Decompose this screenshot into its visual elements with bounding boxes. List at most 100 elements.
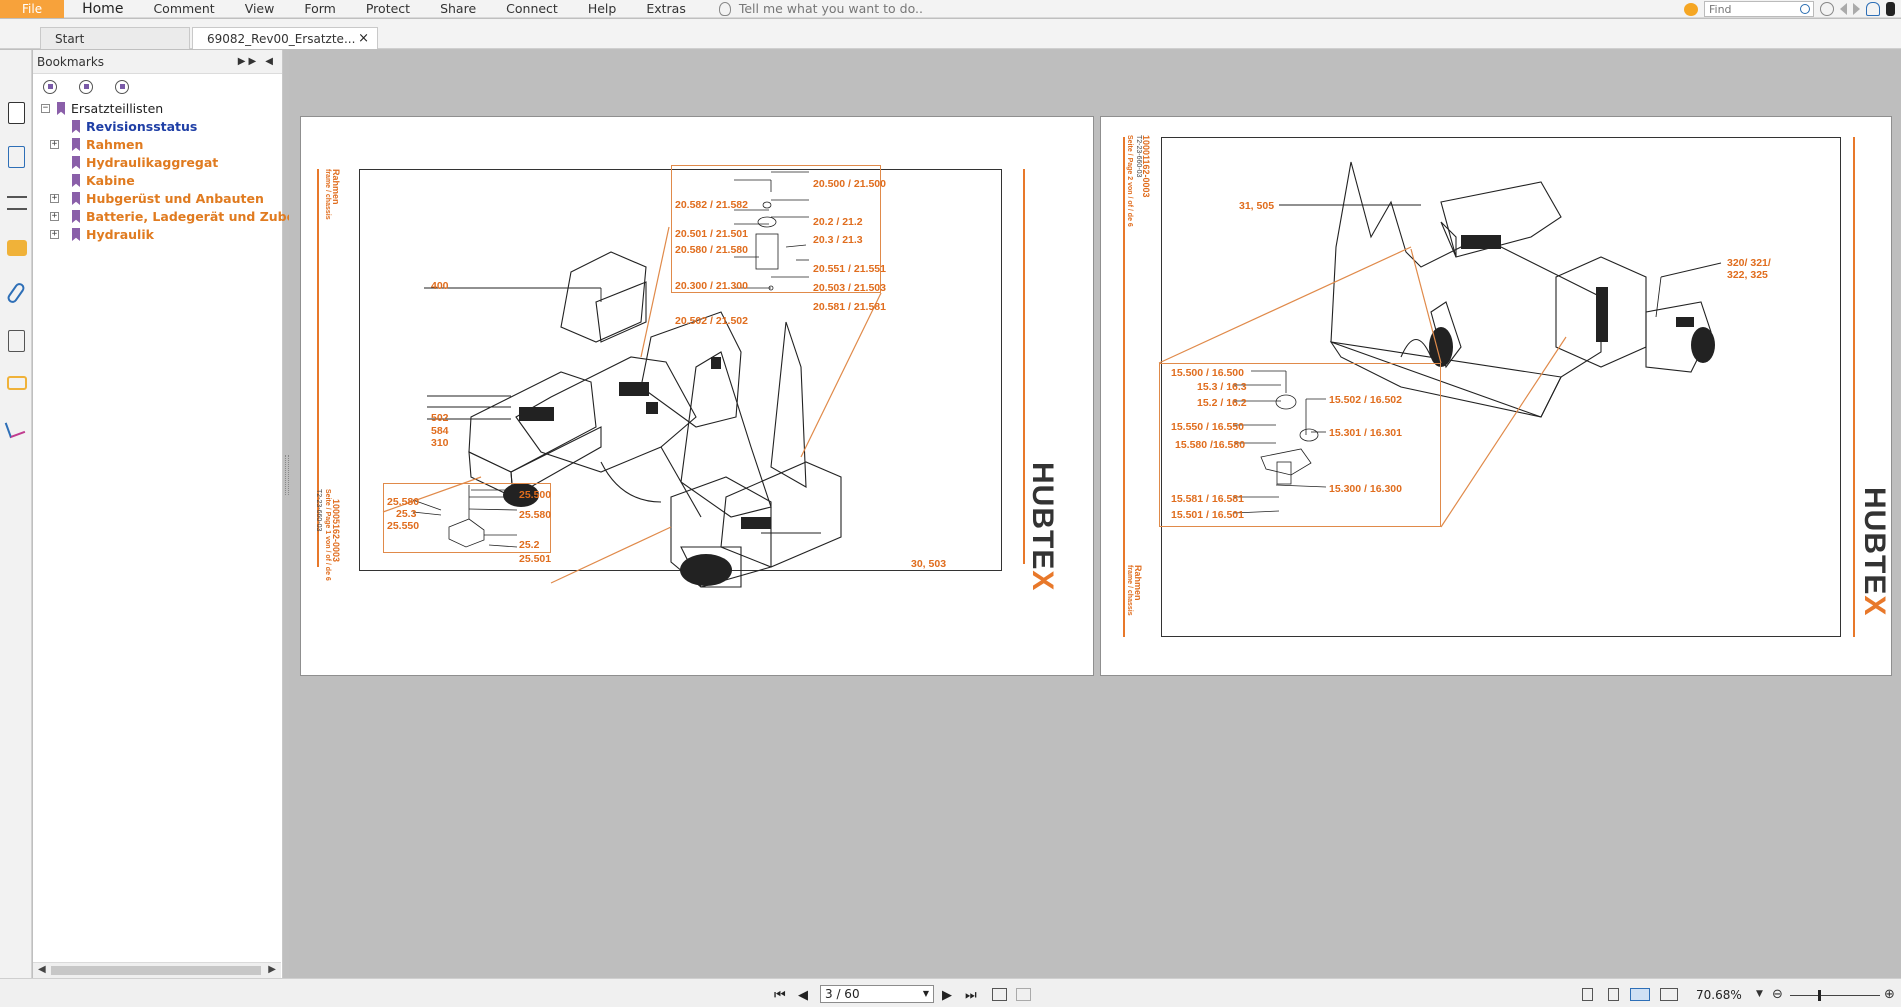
tab-start[interactable]: Start (40, 27, 190, 49)
expand-icon[interactable]: + (50, 212, 59, 221)
part-label: 31, 505 (1239, 200, 1275, 212)
continuous-facing-view-icon[interactable] (1660, 988, 1678, 1001)
bookmark-item[interactable]: Kabine (33, 172, 282, 190)
page-number-input[interactable]: 3 / 60 ▼ (820, 985, 934, 1003)
next-view-icon[interactable] (1016, 988, 1031, 1001)
part-label: 20.582 / 21.582 (675, 199, 748, 211)
menu-connect[interactable]: Connect (491, 0, 573, 18)
bookmark-flag-icon (57, 102, 65, 115)
bookmarks-tree: − Ersatzteillisten Revisionsstatus + Rahme… (33, 100, 304, 244)
menu-share[interactable]: Share (425, 0, 491, 18)
attachment-clip-icon[interactable] (5, 281, 27, 305)
next-page-button[interactable]: ▶ (942, 988, 952, 1003)
bookmark-icon[interactable] (1886, 2, 1895, 16)
bookmark-root[interactable]: − Ersatzteillisten (33, 100, 282, 118)
zoom-slider-thumb[interactable] (1818, 990, 1821, 1001)
menu-help[interactable]: Help (573, 0, 632, 18)
zoom-in-button[interactable]: ⊕ (1884, 987, 1895, 1002)
page-thumbnail-icon[interactable] (8, 102, 25, 124)
page-number-value: 3 / 60 (825, 987, 860, 1001)
previous-view-icon[interactable] (992, 988, 1007, 1001)
find-placeholder: Find (1709, 2, 1732, 16)
previous-page-button[interactable]: ◀ (798, 988, 808, 1003)
menu-comment[interactable]: Comment (138, 0, 229, 18)
single-page-view-icon[interactable] (1582, 988, 1593, 1001)
back-arrow-icon[interactable] (1840, 3, 1847, 15)
panel-collapse-icon[interactable]: ▶▶ ◀ (238, 56, 276, 67)
bookmarks-scrollbar[interactable]: ◀ ▶ (33, 962, 281, 978)
bookmark-label: Hydraulik (86, 227, 154, 242)
layers-icon[interactable] (7, 196, 27, 210)
menu-protect[interactable]: Protect (351, 0, 425, 18)
expand-bookmark-icon[interactable] (43, 80, 57, 94)
pdf-page-2: 10001162-0003 T2-23-660-03 Seite / Page … (1100, 116, 1892, 676)
collapse-icon[interactable]: − (41, 104, 50, 113)
facing-view-icon[interactable] (1630, 988, 1650, 1001)
menu-view[interactable]: View (230, 0, 290, 18)
last-page-button[interactable]: ⏭ (965, 988, 977, 1003)
scroll-left-icon[interactable]: ◀ (38, 964, 46, 975)
lock-icon[interactable] (7, 376, 27, 390)
expand-icon[interactable]: + (50, 140, 59, 149)
find-input[interactable]: Find (1704, 1, 1814, 17)
zoom-level[interactable]: 70.68% (1696, 988, 1742, 1002)
tab-start-label: Start (55, 32, 85, 46)
part-label: 15.301 / 16.301 (1329, 427, 1402, 439)
zoom-slider-track[interactable] (1790, 995, 1880, 996)
pages-panel-icon[interactable] (8, 146, 25, 168)
part-label: 502 (431, 412, 449, 424)
tab-document[interactable]: 69082_Rev00_Ersatzte... × (192, 27, 378, 49)
part-label: 20.502 / 21.502 (675, 315, 748, 327)
part-label: 25.3 (396, 508, 417, 520)
bookmark-item[interactable]: Hydraulikaggregat (33, 154, 282, 172)
part-label: 15.501 / 16.501 (1171, 509, 1244, 521)
bookmark-item[interactable]: + Hubgerüst und Anbauten (33, 190, 282, 208)
expand-icon[interactable]: + (50, 194, 59, 203)
document-viewport[interactable]: Rahmen frame / chassis Seite / Page 1 vo… (289, 50, 1901, 978)
document-tabs: Start 69082_Rev00_Ersatzte... × (0, 19, 1901, 49)
pdf-page-1: Rahmen frame / chassis Seite / Page 1 vo… (300, 116, 1094, 676)
bookmark-item[interactable]: + Batterie, Ladegerät und Zubeh (33, 208, 304, 226)
scroll-thumb[interactable] (51, 966, 261, 975)
part-label: 20.300 / 21.300 (675, 280, 748, 292)
find-bookmark-icon[interactable] (115, 80, 129, 94)
first-page-button[interactable]: ⏮ (774, 988, 786, 1003)
bookmark-flag-icon (72, 120, 80, 133)
search-icon[interactable] (1800, 4, 1810, 14)
expand-icon[interactable]: + (50, 230, 59, 239)
bookmark-flag-icon (72, 192, 80, 205)
bookmarks-panel: Bookmarks ▶▶ ◀ − Ersatzteillisten Revisi… (33, 50, 304, 978)
bookmark-children: Revisionsstatus + Rahmen Hydraulikaggregat K… (33, 118, 304, 244)
zoom-out-button[interactable]: ⊖ (1772, 987, 1783, 1002)
bookmark-item[interactable]: Revisionsstatus (33, 118, 282, 136)
part-label: 25.2 (519, 539, 540, 551)
bookmark-label: Hubgerüst und Anbauten (86, 191, 264, 206)
comments-icon[interactable] (7, 240, 27, 256)
close-tab-icon[interactable]: × (358, 31, 369, 46)
notification-bell-icon[interactable] (1866, 2, 1880, 16)
bookmarks-title: Bookmarks (37, 54, 105, 69)
lightbulb-icon (718, 1, 731, 16)
menu-extras[interactable]: Extras (631, 0, 701, 18)
menu-home[interactable]: Home (64, 0, 138, 18)
gear-icon[interactable] (1820, 2, 1834, 16)
part-label: 20.3 / 21.3 (813, 234, 863, 246)
add-bookmark-icon[interactable] (79, 80, 93, 94)
tools-icon[interactable] (4, 417, 26, 439)
forward-arrow-icon[interactable] (1853, 3, 1860, 15)
tell-me-text: Tell me what you want to do.. (738, 1, 923, 16)
bookmark-label: Kabine (86, 173, 135, 188)
bookmark-item[interactable]: + Rahmen (33, 136, 282, 154)
menu-form[interactable]: Form (289, 0, 351, 18)
signature-panel-icon[interactable] (8, 330, 25, 352)
bookmark-item[interactable]: + Hydraulik (33, 226, 282, 244)
tell-me-search[interactable]: Tell me what you want to do.. (718, 1, 923, 16)
feedback-heart-icon[interactable] (1684, 2, 1698, 16)
bookmark-flag-icon (72, 156, 80, 169)
file-menu[interactable]: File (0, 0, 65, 18)
part-label: 15.3 / 16.3 (1197, 381, 1247, 393)
continuous-view-icon[interactable] (1608, 988, 1619, 1001)
zoom-dropdown-icon[interactable]: ▼ (1756, 989, 1763, 999)
chevron-down-icon[interactable]: ▼ (923, 986, 929, 1002)
scroll-right-icon[interactable]: ▶ (268, 964, 276, 975)
